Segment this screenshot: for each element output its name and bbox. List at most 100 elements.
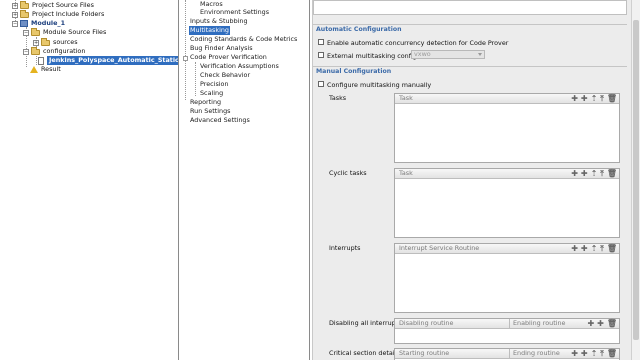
nav-item-precision[interactable]: Precision	[200, 80, 229, 89]
tree-item-project-include-folders[interactable]: + Project Include Folders	[12, 9, 105, 19]
table-toolbar: ✚ ✚ ⇡ ⤒ 🗑	[571, 170, 617, 178]
section-divider	[313, 66, 627, 67]
enable-auto-concurrency-checkbox[interactable]	[318, 39, 324, 45]
scrollbar-thumb[interactable]	[633, 20, 639, 340]
add-icon[interactable]: ✚	[571, 95, 578, 103]
external-multitasking-checkbox[interactable]	[318, 52, 324, 58]
disabling-interrupts-table[interactable]: Disabling routine Enabling routine ✚ ✚ 🗑	[394, 318, 620, 344]
configure-manually-label: Configure multitasking manually	[327, 81, 432, 89]
folder-icon	[20, 0, 29, 9]
nav-item-reporting[interactable]: Reporting	[190, 98, 221, 107]
tree-item-module-source-files[interactable]: − Module Source Files	[23, 27, 107, 37]
add-many-icon[interactable]: ✚	[597, 320, 604, 328]
configuration-header-field	[313, 0, 627, 15]
nav-item-bug-finder-analysis[interactable]: Bug Finder Analysis	[190, 44, 253, 53]
cyclic-tasks-table-header: Task ✚ ✚ ⇡ ⤒ 🗑	[395, 169, 619, 179]
nav-item-multitasking[interactable]: Multitasking	[189, 26, 230, 35]
move-top-icon[interactable]: ⤒	[600, 95, 604, 103]
folder-icon	[20, 9, 29, 18]
collapse-icon[interactable]	[183, 56, 188, 61]
collapse-icon[interactable]: −	[23, 29, 29, 36]
nav-item-inputs-stubbing[interactable]: Inputs & Stubbing	[190, 17, 248, 26]
nav-item-advanced-settings[interactable]: Advanced Settings	[190, 116, 250, 125]
move-up-icon[interactable]: ⇡	[591, 350, 598, 358]
collapse-icon[interactable]: −	[12, 20, 18, 27]
tasks-table-header: Task ✚ ✚ ⇡ ⤒ 🗑	[395, 94, 619, 104]
table-header-label: Task	[399, 169, 413, 177]
nav-item-verification-assumptions[interactable]: Verification Assumptions	[200, 62, 279, 71]
move-top-icon[interactable]: ⤒	[600, 350, 604, 358]
column-divider	[509, 319, 510, 328]
add-many-icon[interactable]: ✚	[581, 245, 588, 253]
delete-icon[interactable]: 🗑	[607, 170, 617, 178]
configure-manually-checkbox[interactable]	[318, 81, 324, 87]
warning-icon	[30, 66, 38, 73]
expand-icon[interactable]: +	[33, 39, 39, 46]
delete-icon[interactable]: 🗑	[607, 95, 617, 103]
move-up-icon[interactable]: ⇡	[591, 170, 598, 178]
manual-configuration-heading: Manual Configuration	[316, 68, 392, 75]
module-icon	[20, 20, 28, 27]
enable-auto-concurrency-label: Enable automatic concurrency detection f…	[327, 39, 509, 47]
nav-item-code-prover-verification[interactable]: Code Prover Verification	[190, 53, 267, 62]
add-icon[interactable]: ✚	[571, 350, 578, 358]
column-divider	[509, 349, 510, 358]
external-multitasking-dropdown[interactable]: vxwo	[411, 50, 485, 59]
tree-item-label: Project Include Folders	[32, 10, 105, 18]
move-top-icon[interactable]: ⤒	[600, 245, 604, 253]
add-many-icon[interactable]: ✚	[581, 350, 588, 358]
tree-item-configuration[interactable]: − configuration	[23, 46, 86, 56]
tree-connector	[195, 62, 196, 96]
table-toolbar: ✚ ✚ ⇡ ⤒ 🗑	[571, 350, 617, 358]
vertical-scrollbar[interactable]	[631, 0, 640, 360]
nav-item-run-settings[interactable]: Run Settings	[190, 107, 231, 116]
tree-item-sources[interactable]: + sources	[33, 37, 78, 47]
tree-item-label: configuration	[43, 47, 86, 55]
table-header-label: Enabling routine	[513, 319, 566, 327]
project-browser-tree[interactable]: + Project Source Files + Project Include…	[0, 0, 179, 360]
table-toolbar: ✚ ✚ ⇡ ⤒ 🗑	[571, 245, 617, 253]
delete-icon[interactable]: 🗑	[607, 245, 617, 253]
critical-section-label: Critical section details	[329, 349, 400, 357]
nav-item-environment-settings[interactable]: Environment Settings	[200, 8, 269, 17]
interrupts-table[interactable]: Interrupt Service Routine ✚ ✚ ⇡ ⤒ 🗑	[394, 243, 620, 313]
cyclic-tasks-table[interactable]: Task ✚ ✚ ⇡ ⤒ 🗑	[394, 168, 620, 238]
delete-icon[interactable]: 🗑	[607, 320, 617, 328]
add-icon[interactable]: ✚	[587, 320, 594, 328]
delete-icon[interactable]: 🗑	[607, 350, 617, 358]
dropdown-value: vxwo	[414, 50, 431, 58]
multitasking-config-panel: Automatic Configuration Enable automatic…	[312, 0, 631, 360]
add-icon[interactable]: ✚	[571, 170, 578, 178]
move-top-icon[interactable]: ⤒	[600, 170, 604, 178]
interrupts-table-header: Interrupt Service Routine ✚ ✚ ⇡ ⤒ 🗑	[395, 244, 619, 254]
expand-icon[interactable]: +	[12, 2, 18, 9]
disabling-interrupts-label: Disabling all interrupts	[329, 319, 402, 327]
add-many-icon[interactable]: ✚	[581, 95, 588, 103]
automatic-configuration-heading: Automatic Configuration	[316, 26, 402, 33]
add-many-icon[interactable]: ✚	[581, 170, 588, 178]
tree-item-jenkins-config[interactable]: Jenkins_Polyspace_Automatic_Static_Testi	[38, 56, 178, 65]
move-up-icon[interactable]: ⇡	[591, 95, 598, 103]
tree-connector	[185, 0, 186, 100]
folder-icon	[41, 37, 50, 46]
expand-icon[interactable]: +	[12, 11, 18, 18]
configuration-nav[interactable]: Macros Environment Settings Inputs & Stu…	[180, 0, 310, 360]
nav-item-coding-standards[interactable]: Coding Standards & Code Metrics	[190, 35, 297, 44]
table-toolbar: ✚ ✚ ⇡ ⤒ 🗑	[571, 95, 617, 103]
tree-item-label: Module Source Files	[43, 28, 107, 36]
table-header-label: Disabling routine	[399, 319, 454, 327]
table-header-label: Starting routine	[399, 349, 450, 357]
add-icon[interactable]: ✚	[571, 245, 578, 253]
tree-item-module-1[interactable]: − Module_1	[12, 19, 65, 28]
tree-item-label: sources	[53, 38, 78, 46]
section-divider	[313, 24, 627, 25]
tasks-table[interactable]: Task ✚ ✚ ⇡ ⤒ 🗑	[394, 93, 620, 163]
nav-item-check-behavior[interactable]: Check Behavior	[200, 71, 250, 80]
critical-section-table-header: Starting routine Ending routine ✚ ✚ ⇡ ⤒ …	[395, 349, 619, 359]
collapse-icon[interactable]: −	[23, 48, 29, 55]
tree-item-label: Project Source Files	[32, 1, 94, 9]
tree-item-result[interactable]: Result	[30, 65, 61, 74]
move-up-icon[interactable]: ⇡	[591, 245, 598, 253]
nav-item-scaling[interactable]: Scaling	[200, 89, 223, 98]
critical-section-table[interactable]: Starting routine Ending routine ✚ ✚ ⇡ ⤒ …	[394, 348, 620, 360]
